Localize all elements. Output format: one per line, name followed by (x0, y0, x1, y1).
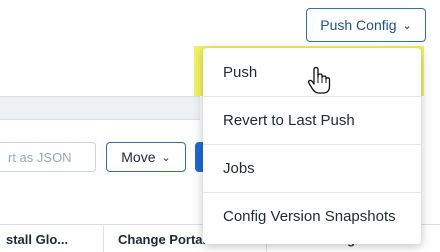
menu-item-jobs[interactable]: Jobs (203, 144, 421, 192)
menu-item-label: Revert to Last Push (223, 112, 355, 129)
menu-item-config-version-snapshots[interactable]: Config Version Snapshots (203, 192, 421, 240)
export-json-label: rt as JSON (8, 149, 72, 165)
menu-item-label: Config Version Snapshots (223, 208, 396, 225)
menu-item-revert-to-last-push[interactable]: Revert to Last Push (203, 96, 421, 144)
chevron-down-icon: ⌄ (402, 19, 412, 32)
move-label: Move (121, 149, 156, 165)
export-json-button[interactable]: rt as JSON (0, 142, 96, 172)
column-separator (103, 226, 104, 252)
chevron-down-icon: ⌄ (161, 151, 171, 164)
menu-item-label: Push (223, 63, 258, 81)
push-config-label: Push Config (320, 17, 397, 33)
push-config-button[interactable]: Push Config ⌄ (306, 8, 426, 42)
column-header[interactable]: stall Glo... (6, 232, 96, 252)
section-divider-bar (0, 96, 200, 120)
move-button[interactable]: Move ⌄ (106, 142, 186, 172)
hand-pointer-icon (307, 66, 331, 94)
menu-item-label: Jobs (223, 160, 255, 177)
